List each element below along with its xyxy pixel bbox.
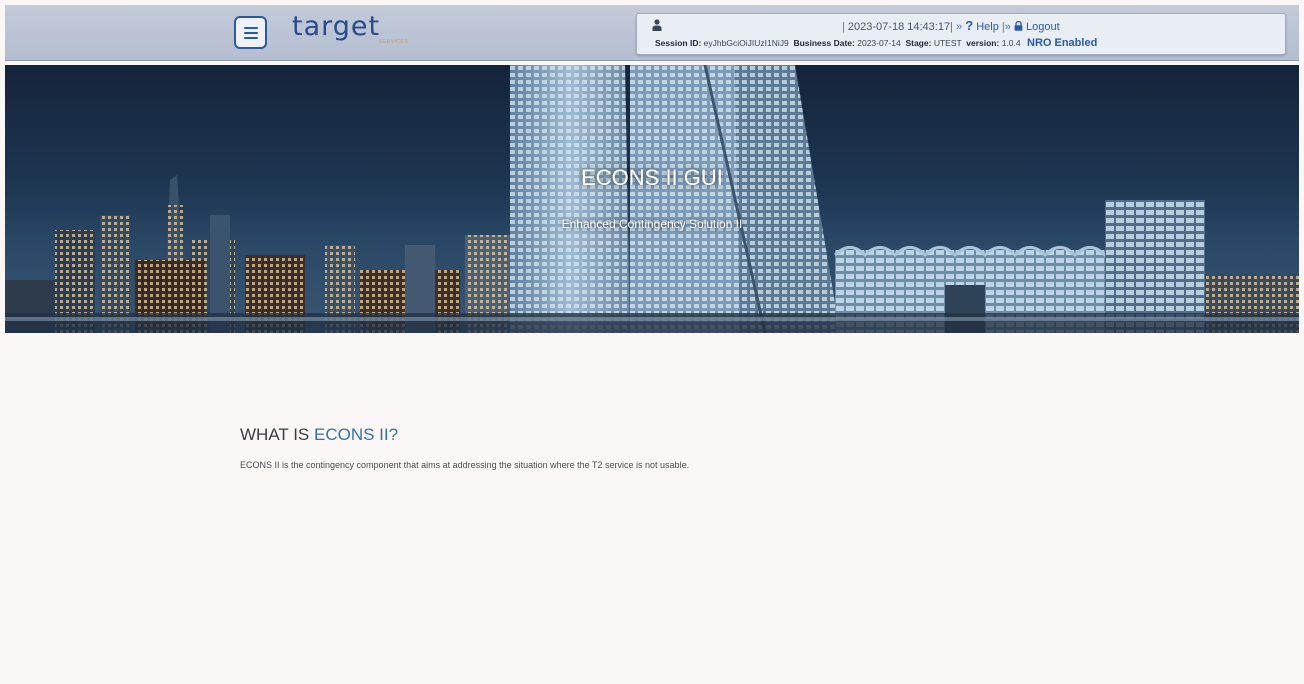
hamburger-line	[244, 32, 258, 34]
stage-value: UTEST	[933, 38, 962, 48]
section-description: ECONS II is the contingency component th…	[240, 460, 690, 470]
session-details-line: Session ID: eyJhbGciOiJIUzI1NiJ9 Busines…	[655, 37, 1097, 49]
help-icon: ?	[965, 18, 974, 33]
city-skyline-image	[5, 65, 1299, 333]
hamburger-line	[244, 37, 258, 39]
top-header: target SERVICES | 2023-07-18 14:43:17| »…	[5, 5, 1299, 61]
logout-label: Logout	[1026, 21, 1060, 33]
nro-status: NRO Enabled	[1027, 37, 1098, 49]
heading-accent: ECONS II?	[314, 425, 399, 444]
help-link[interactable]: ? Help	[965, 18, 1002, 33]
hamburger-menu-button[interactable]	[234, 16, 267, 49]
logo-text: target	[292, 11, 381, 42]
banner-title: ECONS II GUI	[581, 165, 723, 190]
session-id-label: Session ID:	[655, 38, 702, 48]
target-logo[interactable]: target SERVICES	[292, 11, 408, 51]
business-date-label: Business Date:	[793, 38, 855, 48]
heading-prefix: WHAT IS	[240, 425, 314, 444]
stage-label: Stage:	[905, 38, 932, 48]
session-id-value: eyJhbGciOiJIUzI1NiJ9	[703, 38, 789, 48]
session-info-panel: | 2023-07-18 14:43:17| » ? Help |» Logou…	[636, 13, 1286, 55]
help-label: Help	[976, 21, 999, 33]
logo-subtext: SERVICES	[379, 39, 409, 45]
business-date-value: 2023-07-14	[857, 38, 901, 48]
user-icon	[652, 19, 662, 31]
hero-banner: ECONS II GUI Enhanced Contingency Soluti…	[5, 65, 1299, 333]
banner-subtitle: Enhanced Contingency Solution II	[561, 217, 743, 231]
version-label: version:	[966, 38, 1000, 48]
current-datetime: 2023-07-18 14:43:17	[847, 21, 951, 33]
section-heading: WHAT IS ECONS II?	[240, 425, 398, 445]
version-value: 1.0.4	[1001, 38, 1021, 48]
lock-icon	[1014, 20, 1023, 31]
hamburger-menu-icon	[244, 27, 258, 29]
header-links-line: | 2023-07-18 14:43:17| » ? Help |» Logou…	[842, 18, 1060, 33]
logout-link[interactable]: Logout	[1014, 20, 1060, 33]
